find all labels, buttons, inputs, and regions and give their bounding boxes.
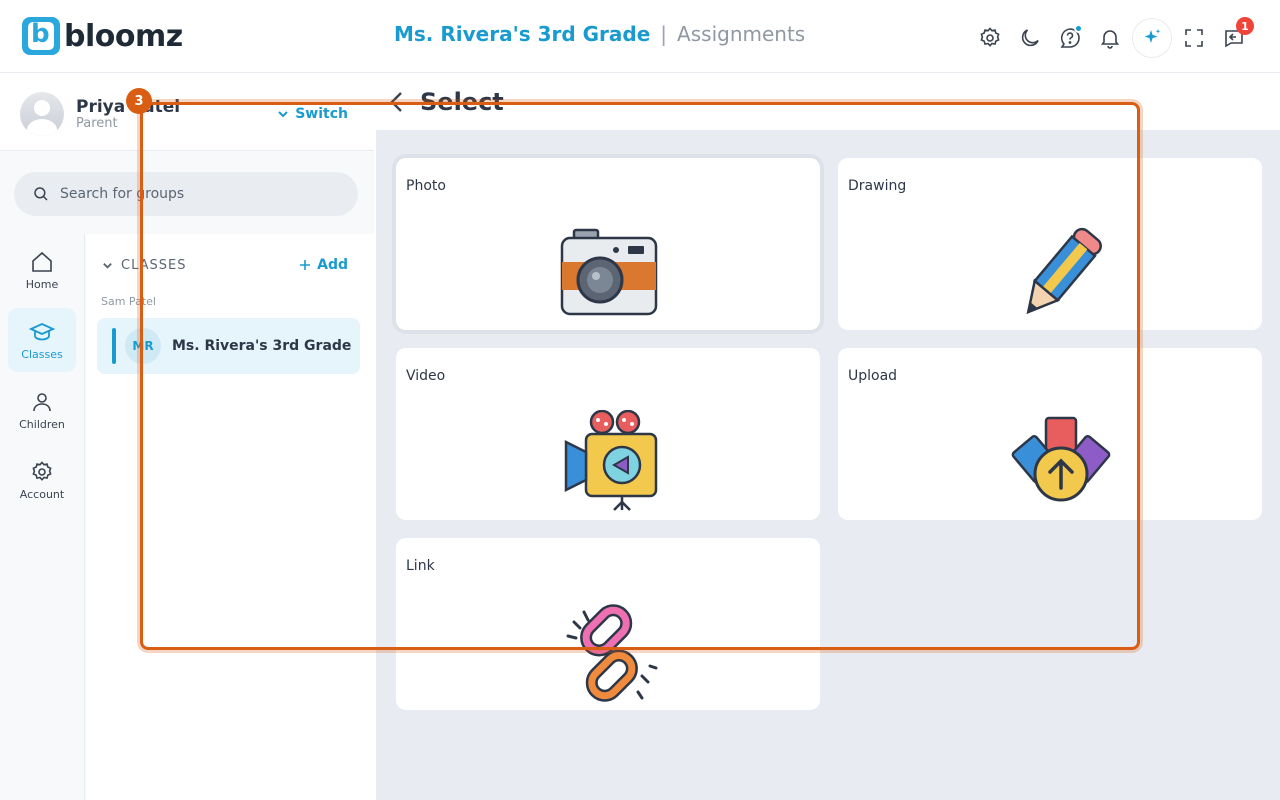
search-placeholder: Search for groups xyxy=(60,186,185,202)
classes-panel: CLASSES Add Sam Patel MR Ms. Rivera's 3r… xyxy=(86,234,374,800)
rail-item-label: Account xyxy=(19,487,65,501)
option-label: Drawing xyxy=(848,178,907,194)
header-title: Ms. Rivera's 3rd Grade | Assignments xyxy=(394,22,805,46)
help-indicator-dot xyxy=(1074,24,1083,33)
logo-mark-icon xyxy=(22,17,60,55)
avatar[interactable] xyxy=(20,92,64,136)
classes-heading: CLASSES xyxy=(121,258,187,273)
header-actions: 1 xyxy=(972,17,1254,58)
fullscreen-button[interactable] xyxy=(1176,20,1212,56)
main-header: Select xyxy=(376,74,1280,130)
fullscreen-icon xyxy=(1185,29,1203,47)
home-icon xyxy=(32,251,52,272)
chevron-down-icon xyxy=(278,111,288,118)
upload-icon xyxy=(1011,416,1111,502)
settings-button[interactable] xyxy=(972,20,1008,56)
page-title: Select xyxy=(420,88,504,116)
pencil-icon xyxy=(1026,227,1102,315)
option-card-video[interactable]: Video xyxy=(396,348,820,520)
rail-item-account[interactable]: Account xyxy=(8,448,76,512)
help-button[interactable] xyxy=(1052,20,1088,56)
rail-item-classes[interactable]: Classes xyxy=(8,308,76,372)
option-label: Photo xyxy=(406,178,446,194)
ai-assistant-button[interactable] xyxy=(1132,18,1172,58)
person-icon xyxy=(33,392,51,411)
link-icon xyxy=(566,604,658,702)
option-card-link[interactable]: Link xyxy=(396,538,820,710)
bell-icon xyxy=(1100,30,1120,49)
option-card-drawing[interactable]: Drawing xyxy=(838,158,1262,330)
header-page-name: Assignments xyxy=(677,22,806,46)
nav-rail: Home Classes Children Account xyxy=(0,234,85,800)
notifications-button[interactable] xyxy=(1092,20,1128,56)
rail-item-children[interactable]: Children xyxy=(8,378,76,442)
logo-text: bloomz xyxy=(64,18,183,54)
moon-icon xyxy=(1021,29,1039,47)
top-header: bloomz Ms. Rivera's 3rd Grade | Assignme… xyxy=(0,0,1280,73)
gear-icon xyxy=(980,27,1000,47)
gear-icon xyxy=(32,460,52,481)
option-label: Upload xyxy=(848,368,898,384)
main-content: Photo Drawing Video Upload Link xyxy=(376,130,1280,800)
bloomz-logo[interactable]: bloomz xyxy=(22,17,183,55)
search-input[interactable]: Search for groups xyxy=(14,172,358,216)
header-separator: | xyxy=(660,22,668,46)
profile-role: Parent xyxy=(76,116,118,131)
rail-item-label: Classes xyxy=(21,347,63,361)
notification-badge: 1 xyxy=(1236,17,1254,35)
step-number-badge: 3 xyxy=(126,88,152,114)
class-avatar: MR xyxy=(125,328,161,364)
option-label: Link xyxy=(406,558,435,574)
dark-mode-button[interactable] xyxy=(1012,20,1048,56)
selected-indicator xyxy=(112,328,116,364)
add-class-button[interactable]: Add xyxy=(299,257,348,273)
plus-icon xyxy=(300,260,311,270)
rail-item-home[interactable]: Home xyxy=(8,238,76,302)
switch-button[interactable]: Switch xyxy=(277,106,348,122)
header-class-name[interactable]: Ms. Rivera's 3rd Grade xyxy=(394,22,650,46)
class-list-item[interactable]: MR Ms. Rivera's 3rd Grade xyxy=(97,318,360,374)
profile-section: Priya Patel Parent Switch xyxy=(0,74,374,151)
camera-icon xyxy=(560,228,658,316)
switch-label: Switch xyxy=(295,106,348,122)
video-camera-icon xyxy=(564,410,658,511)
classes-toggle[interactable]: CLASSES xyxy=(102,258,186,273)
back-arrow-icon[interactable] xyxy=(388,90,406,114)
class-name: Ms. Rivera's 3rd Grade xyxy=(172,338,352,354)
rail-item-label: Children xyxy=(19,417,65,431)
option-card-upload[interactable]: Upload xyxy=(838,348,1262,520)
option-card-photo[interactable]: Photo xyxy=(396,158,820,330)
chevron-down-icon xyxy=(103,263,112,269)
option-label: Video xyxy=(406,368,446,384)
sparkle-icon xyxy=(1144,29,1161,43)
inbox-button[interactable]: 1 xyxy=(1216,17,1254,56)
search-icon xyxy=(34,187,48,201)
add-label: Add xyxy=(317,257,348,273)
teacher-name: Sam Patel xyxy=(101,295,156,308)
graduation-cap-icon xyxy=(29,322,55,340)
rail-item-label: Home xyxy=(25,277,59,291)
